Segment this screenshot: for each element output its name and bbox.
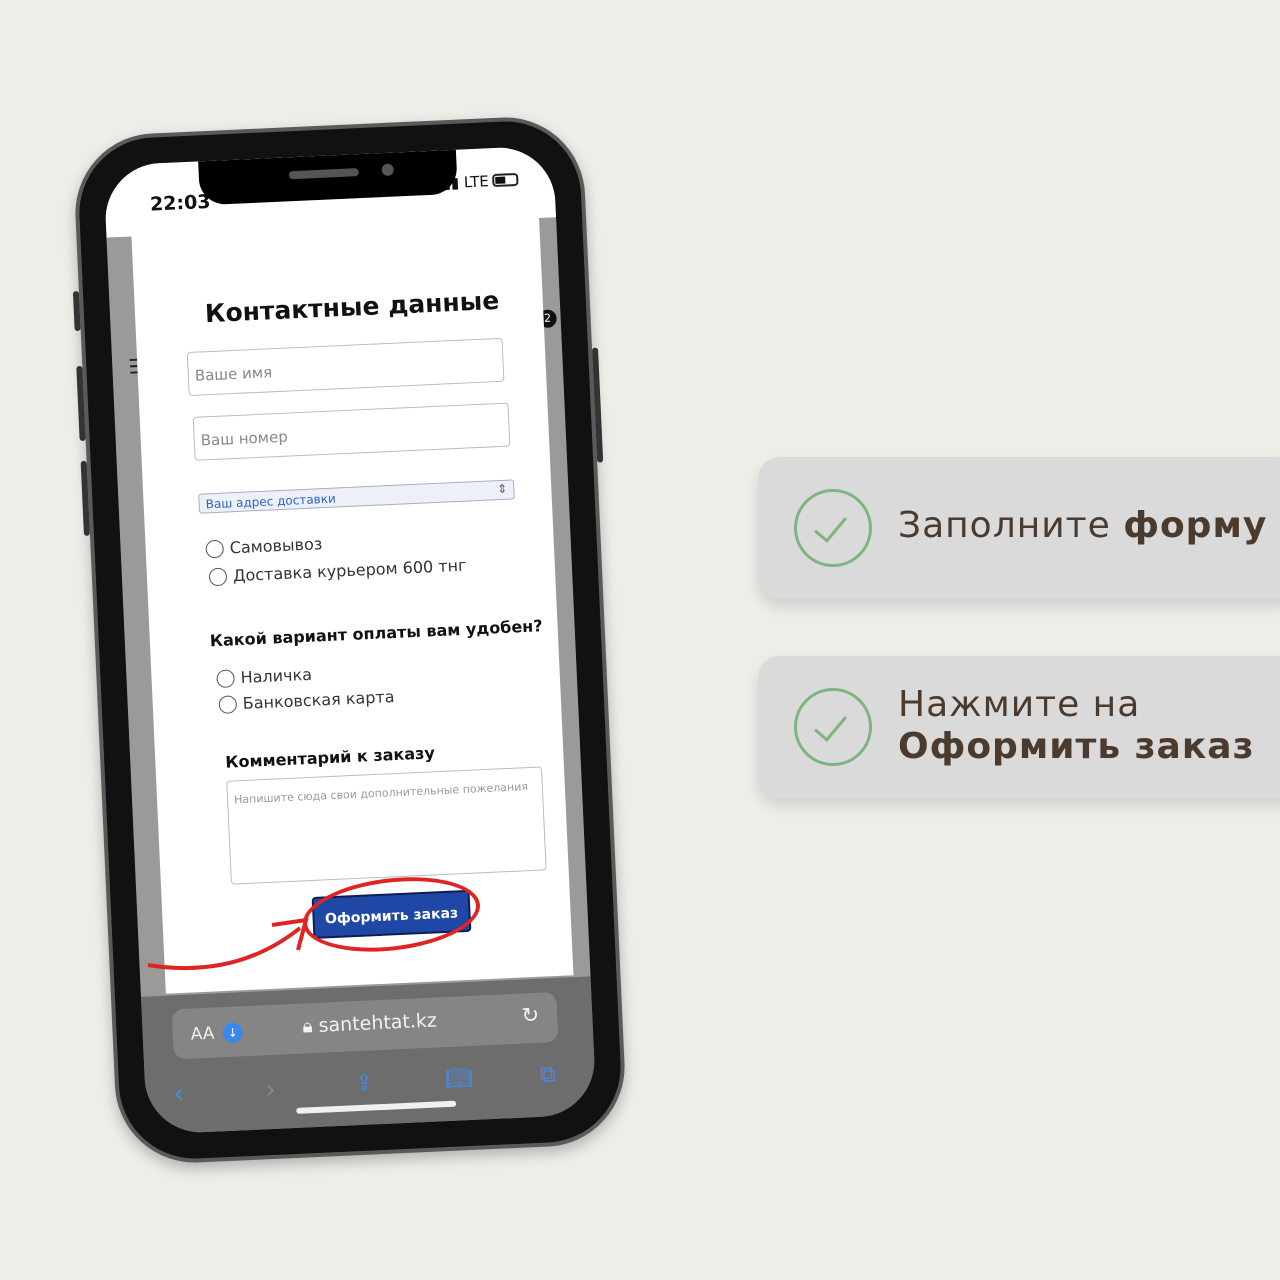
- pointer-arrow: [147, 917, 309, 971]
- check-circle-icon: [794, 688, 872, 766]
- step-card-submit: Нажмите на Оформить заказ: [758, 656, 1280, 798]
- step-card-fill-form: Заполните форму: [758, 457, 1280, 599]
- check-circle-icon: [794, 489, 872, 567]
- step-text: Нажмите на Оформить заказ: [898, 684, 1255, 767]
- step-text: Заполните форму: [898, 505, 1268, 546]
